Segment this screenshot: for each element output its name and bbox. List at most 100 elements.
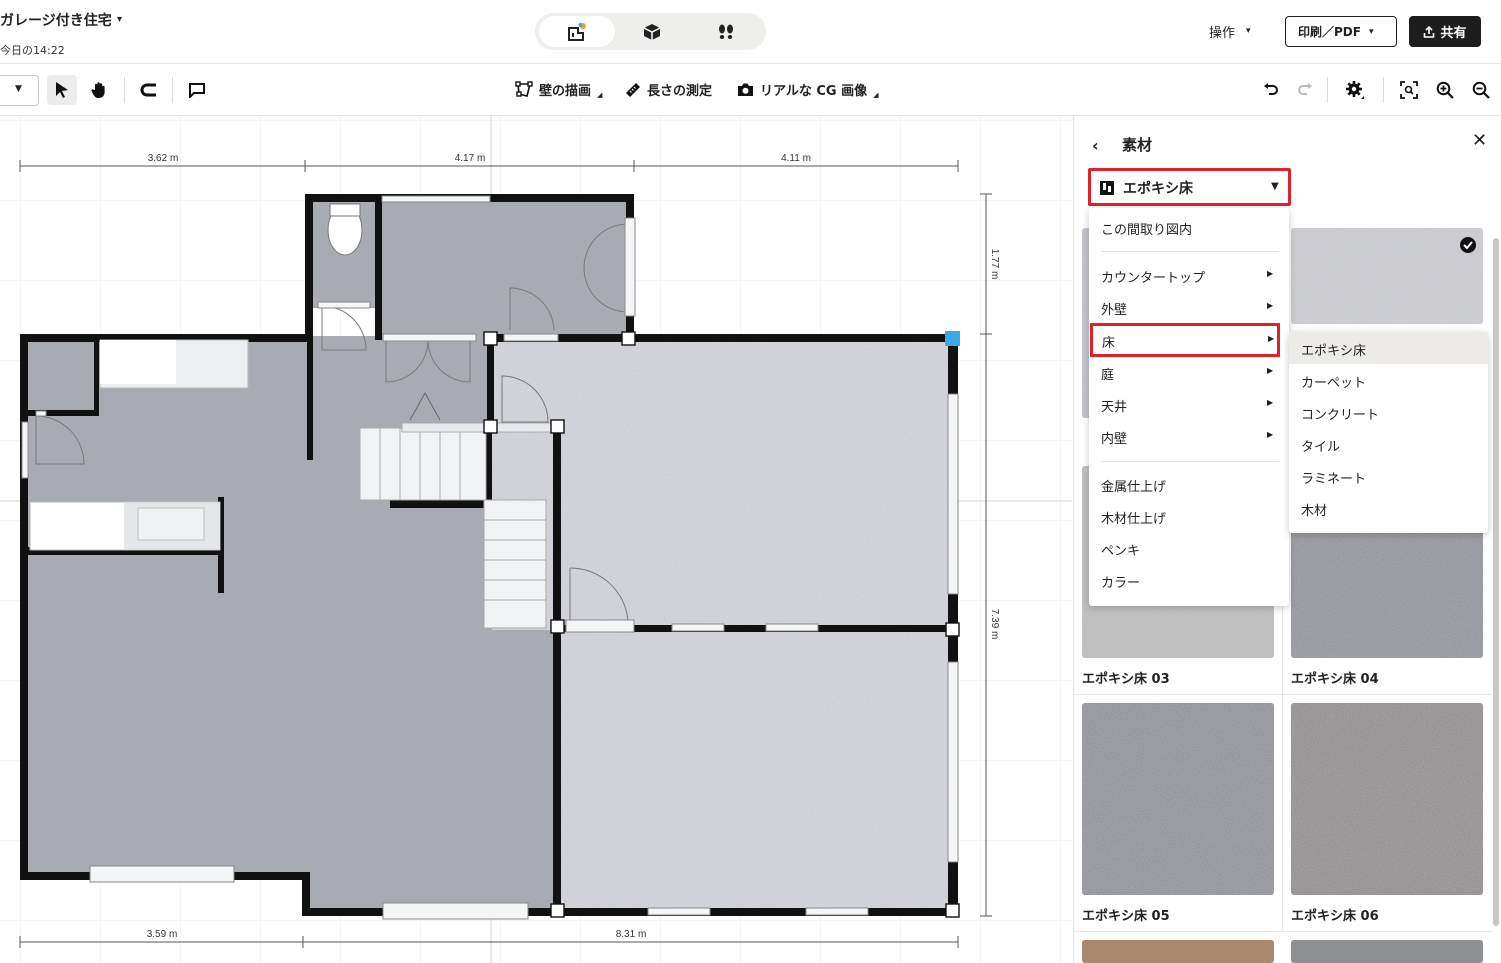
zoom-out-icon <box>1472 81 1490 99</box>
material-tile[interactable] <box>1291 940 1483 963</box>
menu-item-wood-finish[interactable]: 木材仕上げ <box>1089 500 1289 532</box>
project-title[interactable]: ガレージ付き住宅 <box>0 10 112 30</box>
project-menu-caret-icon[interactable]: ▾ <box>117 14 122 25</box>
floor-plan-drawing[interactable]: 3.62 m 4.17 m 4.11 m 3.59 m 8.31 m 1.77 … <box>0 116 1072 963</box>
menu-item-color[interactable]: カラー <box>1089 564 1289 596</box>
submenu-item-wood[interactable]: 木材 <box>1289 492 1488 524</box>
redo-icon <box>1298 83 1312 95</box>
corner-triangle-icon: ◢ <box>873 90 879 99</box>
draw-walls-tool[interactable]: 壁の描画 ◢ <box>515 80 602 99</box>
material-tile-selected[interactable] <box>1291 228 1483 324</box>
measure-label: 長さの測定 <box>647 84 713 99</box>
corner-triangle-icon: ◢ <box>597 90 603 99</box>
material-tile[interactable] <box>1082 940 1274 963</box>
dimension-label: 7.39 m <box>989 609 1000 640</box>
material-category-menu: この間取り図内 カウンタートップ ▶ 外壁 ▶ 床 ▶ 庭 ▶ 天井 ▶ 内壁 ▶ 金属仕上… <box>1089 208 1289 606</box>
zoom-out-button[interactable] <box>1466 75 1496 105</box>
material-tile[interactable] <box>1291 703 1483 895</box>
material-tile[interactable] <box>1082 703 1274 895</box>
menu-item-garden[interactable]: 庭 ▶ <box>1089 356 1289 388</box>
ruler-icon <box>626 82 640 97</box>
fit-view-button[interactable] <box>1394 75 1424 105</box>
print-pdf-button[interactable]: 印刷／PDF ▾ <box>1285 16 1397 47</box>
panel-title: 素材 <box>1122 136 1153 154</box>
render-label: リアルな CG 画像 <box>760 84 868 99</box>
submenu-arrow-icon: ▶ <box>1268 334 1275 343</box>
close-icon[interactable]: ✕ <box>1472 130 1487 151</box>
undo-icon <box>1264 83 1278 95</box>
app-header: ガレージ付き住宅 ▾ 今日の14:22 操作 ▾ 印刷／PDF ▾ 共有 <box>0 0 1501 64</box>
floor-submenu: エポキシ床 カーペット コンクリート タイル ラミネート 木材 <box>1289 332 1488 533</box>
zoom-in-icon <box>1436 81 1454 99</box>
submenu-arrow-icon: ▶ <box>1267 301 1274 310</box>
toolbar-divider <box>1327 77 1328 103</box>
share-button[interactable]: 共有 <box>1409 16 1481 47</box>
wall-draw-icon <box>515 80 533 97</box>
material-name: エポキシ床 05 <box>1082 909 1170 924</box>
settings-button[interactable] <box>1340 75 1370 105</box>
submenu-item-label: ラミネート <box>1301 472 1367 487</box>
dimension-label: 4.17 m <box>455 153 486 164</box>
checkmark-icon <box>1460 237 1476 253</box>
chevron-down-icon: ▼ <box>15 84 22 94</box>
submenu-item-laminate[interactable]: ラミネート <box>1289 460 1488 492</box>
actions-caret-icon[interactable]: ▾ <box>1246 26 1251 36</box>
menu-divider <box>1101 461 1279 462</box>
menu-item-ceiling[interactable]: 天井 ▶ <box>1089 388 1289 420</box>
dimension-label: 4.11 m <box>781 153 811 164</box>
chevron-down-icon: ▼ <box>1271 181 1279 192</box>
submenu-arrow-icon: ▶ <box>1267 269 1274 278</box>
last-saved-timestamp: 今日の14:22 <box>0 44 65 57</box>
menu-item-in-plan[interactable]: この間取り図内 <box>1089 211 1289 243</box>
floor-plan-canvas[interactable]: 3.62 m 4.17 m 4.11 m 3.59 m 8.31 m 1.77 … <box>0 116 1072 963</box>
draw-walls-label: 壁の描画 <box>539 84 592 99</box>
material-category-select[interactable]: エポキシ床 ▼ <box>1088 168 1291 206</box>
zoom-in-button[interactable] <box>1430 75 1460 105</box>
menu-item-label: 外壁 <box>1101 303 1128 318</box>
undo-button[interactable] <box>1255 75 1285 105</box>
cube-icon <box>643 23 661 40</box>
editor-toolbar: ▼ 壁の描画 ◢ 長さの測定 リアルな CG 画像 ◢ <box>0 64 1501 116</box>
submenu-item-epoxy[interactable]: エポキシ床 <box>1289 332 1488 364</box>
menu-item-countertop[interactable]: カウンタートップ ▶ <box>1089 259 1289 291</box>
view-mode-switch <box>535 13 766 50</box>
material-name: エポキシ床 03 <box>1082 672 1170 687</box>
measure-tool[interactable]: 長さの測定 <box>625 80 712 99</box>
view-2d-button[interactable] <box>539 16 615 47</box>
comment-tool-button[interactable] <box>182 75 212 105</box>
redo-button[interactable] <box>1291 75 1321 105</box>
submenu-item-tile[interactable]: タイル <box>1289 428 1488 460</box>
toolbar-divider <box>172 77 173 103</box>
level-select[interactable]: ▼ <box>0 75 39 106</box>
back-chevron-icon[interactable]: ‹ <box>1092 136 1099 155</box>
material-name: エポキシ床 06 <box>1291 909 1379 924</box>
view-3d-button[interactable] <box>615 16 689 47</box>
panel-scrollbar[interactable] <box>1493 238 1499 926</box>
dimension-label: 3.59 m <box>147 929 178 940</box>
render-tool[interactable]: リアルな CG 画像 ◢ <box>737 80 879 99</box>
select-tool-button[interactable] <box>47 75 77 105</box>
menu-item-label: 木材仕上げ <box>1101 512 1167 527</box>
submenu-item-concrete[interactable]: コンクリート <box>1289 396 1488 428</box>
menu-item-paint[interactable]: ペンキ <box>1089 532 1289 564</box>
magnet-tool-button[interactable] <box>133 75 163 105</box>
actions-menu-button[interactable]: 操作 <box>1209 22 1235 41</box>
submenu-item-carpet[interactable]: カーペット <box>1289 364 1488 396</box>
fit-screen-icon <box>1400 81 1418 99</box>
view-walkthrough-button[interactable] <box>689 16 763 47</box>
submenu-item-label: エポキシ床 <box>1301 344 1367 359</box>
menu-item-label: 金属仕上げ <box>1101 480 1167 495</box>
menu-item-label: 床 <box>1102 336 1116 351</box>
menu-item-floor[interactable]: 床 ▶ <box>1090 323 1280 357</box>
menu-item-metal-finish[interactable]: 金属仕上げ <box>1089 468 1289 500</box>
floorplan-icon <box>568 22 586 41</box>
menu-item-interior-wall[interactable]: 内壁 ▶ <box>1089 420 1289 452</box>
print-pdf-label: 印刷／PDF <box>1298 25 1361 39</box>
selected-corner-handle[interactable] <box>945 331 960 346</box>
floor-material-icon <box>1100 181 1114 195</box>
menu-item-exterior-wall[interactable]: 外壁 ▶ <box>1089 291 1289 323</box>
pan-tool-button[interactable] <box>84 75 114 105</box>
material-name: エポキシ床 04 <box>1291 672 1379 687</box>
menu-item-label: この間取り図内 <box>1101 223 1193 238</box>
comment-icon <box>189 83 205 98</box>
